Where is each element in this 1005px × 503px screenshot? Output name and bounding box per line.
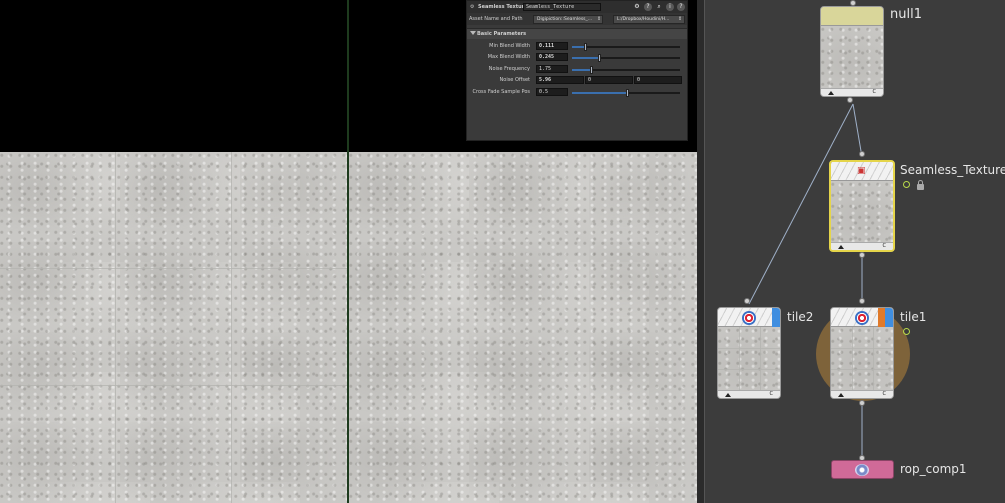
node-rop-comp1[interactable] bbox=[831, 460, 894, 479]
node-footer: C bbox=[821, 88, 883, 96]
node-label[interactable]: tile2 bbox=[787, 310, 813, 324]
noise-offset-y-field[interactable]: 0 bbox=[585, 76, 633, 84]
min-blend-width-field[interactable]: 0.111 bbox=[536, 42, 568, 50]
parameter-panel: ⚙ Seamless Texture Seamless_Texture ⚙ ? … bbox=[466, 0, 688, 141]
bypass-triangle-icon[interactable] bbox=[828, 91, 834, 95]
search-icon[interactable]: ⌕ bbox=[655, 3, 663, 11]
node-flag-c[interactable]: C bbox=[883, 243, 887, 250]
param-label: Max Blend Width bbox=[487, 54, 530, 60]
node-tile1[interactable]: C bbox=[830, 307, 894, 399]
cross-fade-sample-pos-field[interactable]: 0.5 bbox=[536, 88, 568, 96]
node-footer: C bbox=[831, 242, 893, 250]
tiled-texture-view[interactable] bbox=[0, 152, 347, 503]
asset-name-dropdown[interactable]: Digipiction::Seamless_... bbox=[533, 15, 603, 24]
input-connector[interactable] bbox=[744, 298, 750, 304]
node-seamless-texture[interactable]: ▣ C bbox=[829, 160, 895, 252]
template-flag[interactable] bbox=[878, 308, 885, 327]
node-thumbnail bbox=[821, 26, 883, 89]
tile-seams bbox=[718, 327, 780, 391]
node-header bbox=[718, 308, 780, 327]
noise-offset-z-field[interactable]: 0 bbox=[634, 76, 682, 84]
status-circle-icon bbox=[903, 181, 910, 188]
param-label: Cross Fade Sample Pos bbox=[472, 89, 530, 95]
node-type-icon: ⚙ bbox=[470, 4, 475, 10]
tile-seams bbox=[831, 327, 893, 391]
slider-handle[interactable] bbox=[598, 54, 601, 62]
output-connector[interactable] bbox=[859, 400, 865, 406]
node-footer: C bbox=[718, 390, 780, 398]
render-op-icon bbox=[855, 464, 869, 476]
bypass-triangle-icon[interactable] bbox=[838, 245, 844, 249]
node-flag-c[interactable]: C bbox=[883, 391, 887, 398]
min-blend-width-slider[interactable] bbox=[572, 43, 680, 51]
output-connector[interactable] bbox=[859, 252, 865, 258]
tile-seams bbox=[0, 152, 347, 503]
slider-handle[interactable] bbox=[584, 43, 587, 51]
node-label[interactable]: tile1 bbox=[900, 310, 926, 324]
node-header bbox=[821, 7, 883, 26]
texture-op-icon: ▣ bbox=[857, 166, 866, 176]
node-header: ▣ bbox=[831, 162, 893, 181]
node-footer: C bbox=[831, 390, 893, 398]
chevron-down-icon bbox=[470, 31, 476, 35]
max-blend-width-field[interactable]: 0.245 bbox=[536, 53, 568, 61]
slider-fill bbox=[572, 46, 584, 48]
noise-offset-x-field[interactable]: 5.96 bbox=[536, 76, 584, 84]
question-icon[interactable]: ? bbox=[677, 3, 685, 11]
param-label: Noise Offset bbox=[499, 77, 530, 83]
tile-op-icon bbox=[855, 311, 869, 325]
slider-handle[interactable] bbox=[626, 89, 629, 97]
gear-icon[interactable]: ⚙ bbox=[633, 3, 641, 11]
noise-frequency-field[interactable]: 1.75 bbox=[536, 65, 568, 73]
status-circle-icon bbox=[903, 328, 910, 335]
seamless-texture-view[interactable] bbox=[349, 152, 697, 503]
slider-fill bbox=[572, 92, 626, 94]
node-header bbox=[831, 308, 893, 327]
node-thumbnail bbox=[718, 327, 780, 391]
network-editor[interactable]: C null1 ▣ C Seamless_Texture C tile2 C t… bbox=[697, 0, 1005, 503]
asset-path-dropdown[interactable]: L:/Dropbox/Houdini/H... bbox=[613, 15, 685, 24]
info-icon[interactable]: i bbox=[666, 3, 674, 11]
node-null1[interactable]: C bbox=[820, 6, 884, 97]
bypass-triangle-icon[interactable] bbox=[838, 393, 844, 397]
node-label[interactable]: null1 bbox=[890, 7, 922, 22]
chevron-updown-icon: ⇕ bbox=[597, 16, 602, 22]
section-title: Basic Parameters bbox=[477, 31, 527, 37]
asset-row: Asset Name and Path Digipiction::Seamles… bbox=[467, 13, 687, 25]
help-circle-icon[interactable]: ? bbox=[644, 3, 652, 11]
node-thumbnail bbox=[831, 181, 893, 243]
node-flag-c[interactable]: C bbox=[873, 89, 877, 96]
chevron-updown-icon: ⇕ bbox=[678, 16, 683, 22]
asset-label: Asset Name and Path bbox=[469, 16, 523, 22]
input-connector[interactable] bbox=[859, 298, 865, 304]
max-blend-width-slider[interactable] bbox=[572, 54, 680, 62]
display-flag[interactable] bbox=[772, 308, 780, 327]
cross-fade-sample-pos-slider[interactable] bbox=[572, 89, 680, 97]
param-label: Noise Frequency bbox=[488, 66, 530, 72]
node-thumbnail bbox=[831, 327, 893, 391]
noise-frequency-slider[interactable] bbox=[572, 66, 680, 74]
param-panel-header: ⚙ Seamless Texture Seamless_Texture ⚙ ? … bbox=[467, 1, 687, 13]
slider-fill bbox=[572, 57, 598, 59]
bypass-triangle-icon[interactable] bbox=[725, 393, 731, 397]
node-flag-c[interactable]: C bbox=[770, 391, 774, 398]
section-basic-parameters[interactable]: Basic Parameters bbox=[467, 28, 687, 39]
node-label[interactable]: rop_comp1 bbox=[900, 462, 967, 476]
tile-op-icon bbox=[742, 311, 756, 325]
viewer-empty-area bbox=[0, 0, 347, 152]
node-type-label: Seamless Texture bbox=[478, 4, 528, 10]
node-label[interactable]: Seamless_Texture bbox=[900, 163, 1005, 177]
display-flag[interactable] bbox=[885, 308, 893, 327]
param-label: Min Blend Width bbox=[489, 43, 530, 49]
image-viewer[interactable]: ⚙ Seamless Texture Seamless_Texture ⚙ ? … bbox=[0, 0, 697, 503]
node-tile2[interactable]: C bbox=[717, 307, 781, 399]
output-connector[interactable] bbox=[847, 97, 853, 103]
slider-fill bbox=[572, 69, 590, 71]
slider-handle[interactable] bbox=[590, 66, 593, 74]
node-name-field[interactable]: Seamless_Texture bbox=[523, 3, 601, 11]
input-connector[interactable] bbox=[859, 151, 865, 157]
lock-icon[interactable] bbox=[917, 180, 924, 190]
